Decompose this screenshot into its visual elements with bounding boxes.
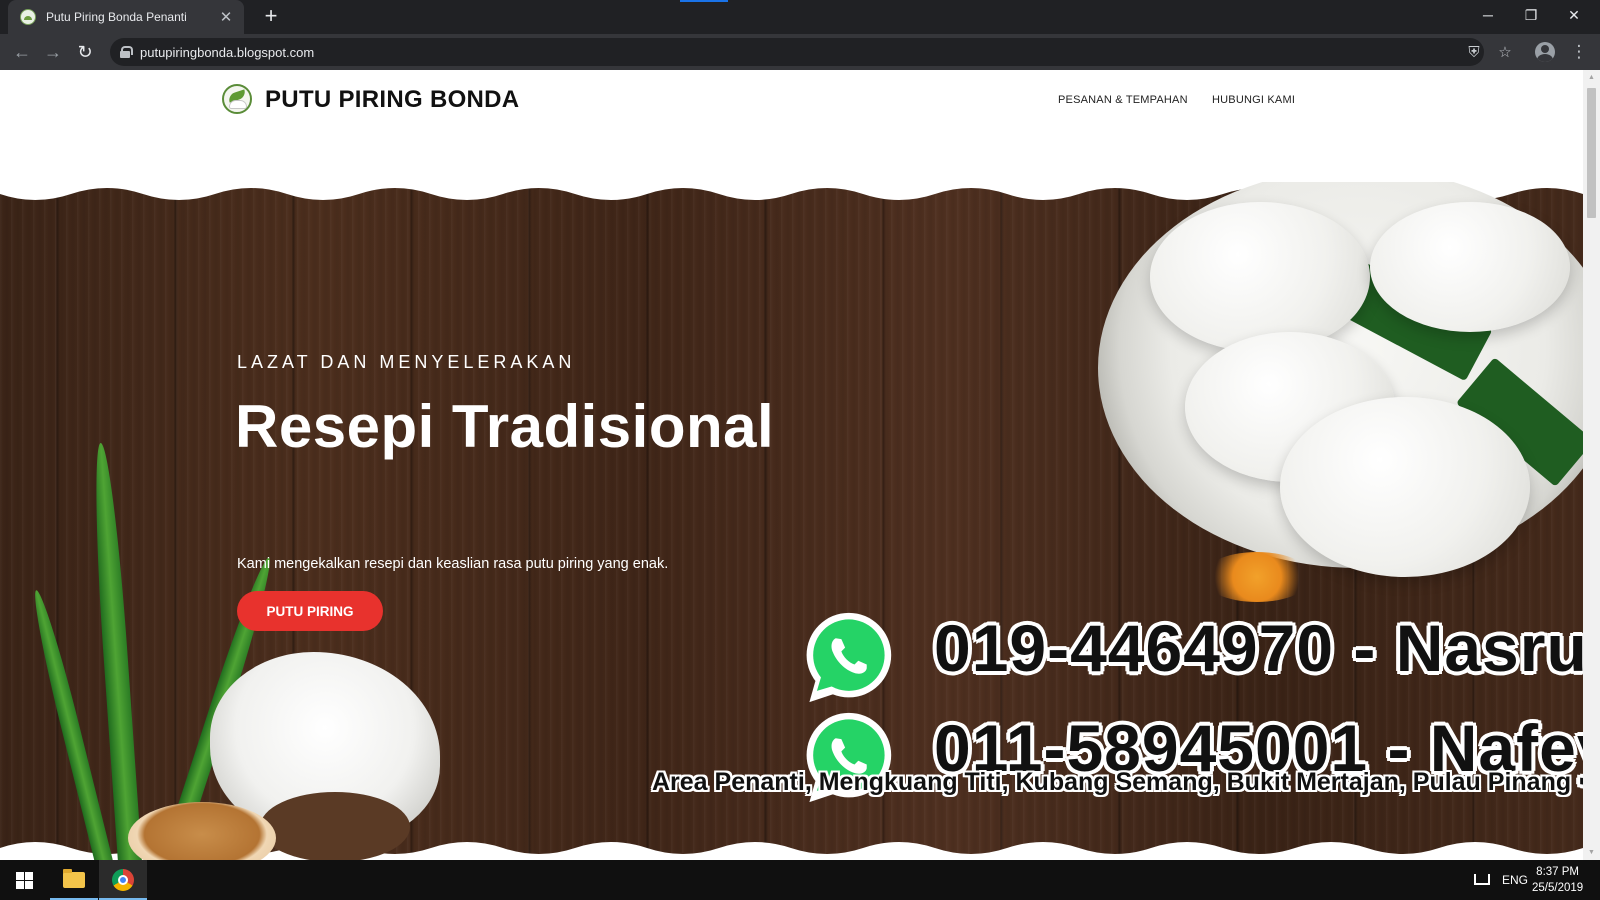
nav-link-hubungi[interactable]: HUBUNGI KAMI (1212, 94, 1295, 106)
logo-cake-shape (229, 100, 247, 109)
bookmark-star-icon[interactable]: ☆ (1494, 41, 1516, 63)
close-window-button[interactable]: ✕ (1552, 0, 1596, 30)
scroll-down-arrow-icon[interactable]: ▼ (1587, 848, 1596, 857)
hero-banner: LAZAT DAN MENYELERAKAN Resepi Tradisiona… (0, 182, 1583, 860)
profile-button[interactable] (1534, 41, 1556, 63)
chrome-menu-icon[interactable]: ⋮ (1568, 41, 1590, 63)
forward-button[interactable]: → (40, 39, 66, 65)
reload-button[interactable]: ↻ (72, 39, 98, 65)
back-button[interactable]: ← (9, 39, 35, 65)
nav-link-pesanan[interactable]: PESANAN & TEMPAHAN (1058, 94, 1188, 106)
service-area-text: Area Penanti, Mengkuang Titi, Kubang Sem… (652, 768, 1572, 796)
whatsapp-icon (806, 612, 892, 703)
scrollbar-thumb[interactable] (1587, 88, 1596, 218)
hero-subtitle: Kami mengekalkan resepi dan keaslian ras… (237, 556, 669, 572)
language-indicator[interactable]: ENG (1500, 860, 1530, 900)
network-icon[interactable] (1474, 874, 1490, 885)
folder-icon (63, 869, 85, 888)
hero-title: Resepi Tradisional (235, 393, 775, 460)
windows-logo-icon (15, 871, 33, 889)
contact-phone-nasrul: 019-4464970 - Nasrul (934, 611, 1583, 685)
language-text: ENG (1501, 873, 1528, 887)
new-tab-button[interactable]: + (259, 4, 283, 28)
scroll-up-arrow-icon[interactable]: ▲ (1587, 73, 1596, 82)
clock-time: 8:37 PM (1536, 866, 1579, 878)
windows-taskbar: ENG 8:37 PM 25/5/2019 (0, 860, 1600, 900)
browser-toolbar: ← → ↻ putupiringbonda.blogspot.com ⛨ ☆ ⋮ (0, 34, 1600, 70)
coconut-shell-shape (260, 792, 410, 860)
url-text[interactable]: putupiringbonda.blogspot.com (140, 45, 314, 60)
palm-sugar-filling-shape (1202, 552, 1312, 602)
taskbar-clock[interactable]: 8:37 PM 25/5/2019 (1532, 864, 1583, 896)
hero-eyebrow: LAZAT DAN MENYELERAKAN (237, 352, 576, 372)
page-viewport: PUTU PIRING BONDA PESANAN & TEMPAHAN HUB… (0, 70, 1600, 860)
taskbar-chrome[interactable] (99, 860, 147, 900)
tab-title: Putu Piring Bonda Penanti (46, 10, 187, 24)
profile-avatar-icon (1535, 42, 1555, 62)
restore-button[interactable]: ❐ (1508, 0, 1554, 30)
putu-cake-shape-2 (1370, 202, 1570, 332)
putu-cake-shape-4 (1280, 397, 1530, 577)
page-scrollbar[interactable]: ▲ ▼ (1583, 70, 1600, 860)
site-brand[interactable]: PUTU PIRING BONDA (265, 86, 519, 114)
chrome-icon (112, 869, 134, 891)
site-header: PUTU PIRING BONDA PESANAN & TEMPAHAN HUB… (0, 70, 1583, 182)
lock-icon[interactable] (120, 46, 133, 58)
browser-tabstrip: Putu Piring Bonda Penanti ✕ + ─ ❐ ✕ (0, 0, 1600, 34)
putu-cake-shape-1 (1150, 202, 1370, 352)
start-button[interactable] (0, 860, 48, 900)
putu-piring-button[interactable]: PUTU PIRING (237, 591, 383, 631)
site-logo-icon[interactable] (222, 84, 252, 114)
tab-close-icon[interactable]: ✕ (218, 8, 234, 26)
pandan-leaf-shape-3 (27, 588, 113, 860)
address-bar[interactable]: putupiringbonda.blogspot.com (110, 38, 1484, 66)
minimize-button[interactable]: ─ (1465, 0, 1511, 30)
browser-tab[interactable]: Putu Piring Bonda Penanti ✕ (8, 0, 244, 34)
taskbar-file-explorer[interactable] (50, 860, 98, 900)
clock-date: 25/5/2019 (1532, 882, 1584, 894)
extension-icon[interactable]: ⛨ (1463, 41, 1485, 63)
site-favicon-icon (20, 9, 36, 25)
loading-indicator (680, 0, 728, 2)
